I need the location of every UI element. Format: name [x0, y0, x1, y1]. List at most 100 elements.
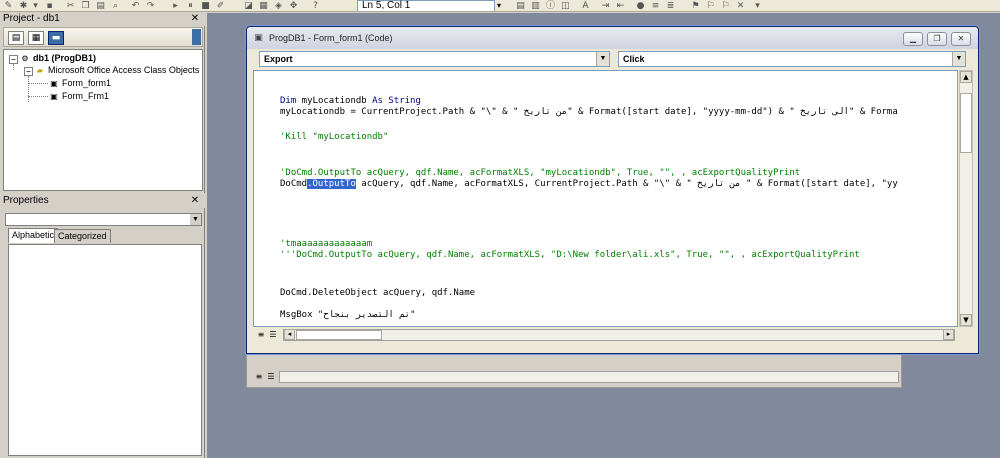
collapse-root-icon[interactable]: − [9, 55, 18, 64]
comment-block-icon[interactable]: ≡ [650, 1, 661, 11]
dropdown-icon[interactable]: ▾ [30, 1, 41, 11]
breakpoint-icon[interactable]: ● [635, 1, 646, 11]
toggle-folders-icon[interactable]: ▬ [48, 31, 64, 45]
tab-categorized[interactable]: Categorized [54, 229, 111, 243]
collapse-folder-icon[interactable]: − [24, 67, 33, 76]
procedure-view-icon[interactable]: ≡ [255, 329, 267, 340]
background-code-window[interactable]: ≡ ☰ [246, 353, 902, 388]
code-text: acQuery, qdf.Name, acFormatXLS, CurrentP… [355, 179, 898, 189]
code-line[interactable]: 'DoCmd.OutputTo acQuery, qdf.Name, acFor… [280, 168, 800, 179]
tree-item-label: Form_Frm1 [62, 91, 109, 101]
code-window-titlebar[interactable]: ▣ ProgDB1 - Form_form1 (Code) ▁ ❐ ✕ [247, 27, 978, 49]
object-browser-icon[interactable]: ◈ [273, 1, 284, 11]
code-line[interactable]: myLocationdb = CurrentProject.Path & "\"… [280, 107, 898, 118]
object-selector[interactable]: ▼ [5, 213, 202, 226]
prev-bookmark-icon[interactable]: ⚐ [720, 1, 731, 11]
selected-text[interactable]: .OutputTo [307, 179, 356, 189]
chevron-down-icon[interactable]: ▼ [596, 52, 609, 66]
full-module-view-icon[interactable]: ☰ [267, 329, 279, 340]
uncomment-block-icon[interactable]: ≣ [665, 1, 676, 11]
tab-alphabetic[interactable]: Alphabetic [8, 228, 59, 243]
close-icon[interactable]: ✕ [951, 32, 971, 46]
code-line[interactable]: 'Kill "myLocationdb" [280, 132, 388, 143]
tree-item[interactable]: ▣ Form_Frm1 [49, 91, 109, 102]
project-tree: − ⚙ db1 (ProgDB1) − ▰ Microsoft Office Acc… [3, 49, 203, 191]
toolbar-overflow-icon[interactable]: ▾ [752, 1, 763, 11]
quick-info-icon[interactable]: ⓘ [545, 1, 556, 11]
help-icon[interactable]: ? [310, 1, 321, 11]
chevron-down-icon[interactable]: ▼ [190, 214, 201, 225]
scroll-thumb[interactable] [296, 330, 382, 340]
reset-icon[interactable]: ■ [200, 1, 211, 11]
module-icon: ▣ [254, 33, 263, 43]
cut-icon[interactable]: ✂ [65, 1, 76, 11]
copy-icon[interactable]: ❐ [80, 1, 91, 11]
design-mode-icon[interactable]: ✎ [3, 1, 14, 11]
parameter-info-icon[interactable]: ◫ [560, 1, 571, 11]
scroll-up-icon[interactable]: ▲ [960, 71, 972, 83]
project-toolbar-overflow[interactable] [192, 29, 201, 45]
toolbar-options-icon[interactable]: ▾ [494, 0, 504, 11]
code-text: DoCmd [280, 179, 308, 189]
properties-pane-title: Properties [0, 195, 205, 208]
vertical-scrollbar[interactable]: ▲ ▼ [959, 70, 973, 327]
object-combo-value: Export [264, 54, 293, 64]
code-line[interactable]: 'tmaaaaaaaaaaaaam [280, 239, 372, 250]
close-icon[interactable]: ✕ [189, 196, 201, 207]
project-explorer-icon[interactable]: ◪ [243, 1, 254, 11]
break-icon[interactable]: ⏸ [185, 1, 196, 11]
code-line[interactable]: MsgBox "تم التصدير بنجاح" [280, 310, 415, 321]
horizontal-scrollbar[interactable]: ◂ ▸ [283, 329, 955, 341]
form-module-icon: ▣ [50, 92, 58, 102]
insert-icon[interactable]: ✱ [18, 1, 29, 11]
project-toolbar: ▤ ▦ ▬ [3, 27, 203, 47]
list-properties-icon[interactable]: ▤ [515, 1, 526, 11]
code-line[interactable]: DoCmd.OutputTo acQuery, qdf.Name, acForm… [280, 179, 898, 190]
tree-root[interactable]: ⚙ db1 (ProgDB1) [20, 53, 96, 64]
code-bottom-bar: ≡ ☰ ◂ ▸ [253, 328, 973, 342]
indent-icon[interactable]: ⇥ [600, 1, 611, 11]
close-icon[interactable]: ✕ [189, 14, 201, 25]
redo-icon[interactable]: ↷ [145, 1, 156, 11]
bookmark-icon[interactable]: ⚑ [690, 1, 701, 11]
scroll-right-icon[interactable]: ▸ [943, 329, 954, 340]
minimize-icon[interactable]: ▁ [903, 32, 923, 46]
paste-icon[interactable]: ▤ [95, 1, 106, 11]
run-icon[interactable]: ▸ [170, 1, 181, 11]
project-pane-title: Project - db1 [0, 13, 205, 26]
tree-root-label: db1 (ProgDB1) [33, 53, 96, 63]
save-icon[interactable]: ▪ [44, 1, 55, 11]
properties-list[interactable] [8, 244, 202, 456]
design-icon[interactable]: ✐ [215, 1, 226, 11]
scroll-thumb[interactable] [960, 93, 972, 153]
procedure-combo[interactable]: Click ▼ [618, 51, 966, 67]
code-line[interactable]: Dim myLocationdb As String [280, 96, 421, 107]
restore-icon[interactable]: ❐ [927, 32, 947, 46]
project-icon: ⚙ [21, 54, 29, 64]
properties-icon[interactable]: ▦ [258, 1, 269, 11]
toolbox-icon[interactable]: ✥ [288, 1, 299, 11]
toolbar: ✎ ✱ ▾ ▪ ✂ ❐ ▤ ⌕ ↶ ↷ ▸ ⏸ ■ ✐ ◪ ▦ ◈ ✥ ? Ln… [0, 0, 1000, 12]
tree-item-label: Form_form1 [62, 78, 112, 88]
complete-word-icon[interactable]: A [580, 1, 591, 11]
object-combo[interactable]: Export ▼ [259, 51, 610, 67]
code-editor[interactable]: Dim myLocationdb As String myLocationdb … [253, 70, 958, 327]
find-icon[interactable]: ⌕ [110, 1, 121, 11]
view-object-icon[interactable]: ▦ [28, 31, 44, 45]
tree-folder[interactable]: ▰ Microsoft Office Access Class Objects [35, 65, 199, 76]
next-bookmark-icon[interactable]: ⚐ [705, 1, 716, 11]
code-line[interactable]: DoCmd.DeleteObject acQuery, qdf.Name [280, 288, 475, 299]
full-module-view-icon[interactable]: ☰ [265, 371, 277, 382]
procedure-view-icon[interactable]: ≡ [253, 371, 265, 382]
horizontal-scrollbar[interactable] [279, 371, 899, 383]
clear-bookmarks-icon[interactable]: ✕ [735, 1, 746, 11]
scroll-left-icon[interactable]: ◂ [284, 329, 295, 340]
code-line[interactable]: '''DoCmd.OutputTo acQuery, qdf.Name, acF… [280, 250, 860, 261]
tree-item[interactable]: ▣ Form_form1 [49, 78, 111, 89]
scroll-down-icon[interactable]: ▼ [960, 314, 972, 326]
undo-icon[interactable]: ↶ [130, 1, 141, 11]
chevron-down-icon[interactable]: ▼ [952, 52, 965, 66]
view-code-icon[interactable]: ▤ [8, 31, 24, 45]
outdent-icon[interactable]: ⇤ [615, 1, 626, 11]
list-constants-icon[interactable]: ▥ [530, 1, 541, 11]
